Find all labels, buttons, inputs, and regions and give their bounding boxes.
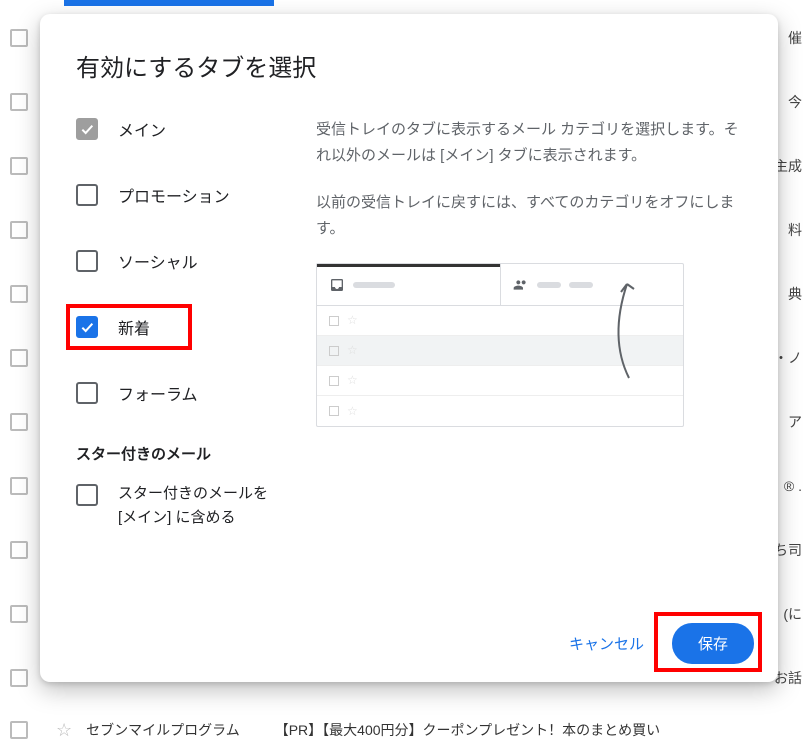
row-checkbox[interactable] bbox=[10, 157, 28, 175]
option-label: ソーシャル bbox=[118, 249, 198, 273]
description-panel: 受信トレイのタブに表示するメール カテゴリを選択します。それ以外のメールは [メ… bbox=[316, 117, 744, 530]
description-text-2: 以前の受信トレイに戻すには、すべてのカテゴリをオフにします。 bbox=[316, 190, 744, 241]
option-main: メイン bbox=[76, 117, 290, 141]
dialog-title: 有効にするタブを選択 bbox=[76, 48, 744, 83]
option-forums[interactable]: フォーラム bbox=[76, 381, 290, 405]
row-checkbox[interactable] bbox=[10, 721, 28, 739]
row-checkbox[interactable] bbox=[10, 29, 28, 47]
row-checkbox[interactable] bbox=[10, 541, 28, 559]
category-options: メイン プロモーション ソーシャル 新着 フォーラム スタ bbox=[76, 117, 290, 530]
illus-tab-primary bbox=[317, 264, 501, 305]
cancel-button[interactable]: キャンセル bbox=[563, 625, 650, 662]
row-snippet: ・ノ bbox=[774, 348, 802, 368]
row-snippet: 催 bbox=[788, 28, 802, 48]
row-snippet: ア bbox=[788, 412, 802, 432]
email-row: ☆ セブンマイルプログラム 【PR】【最大400円分】クーポンプレゼント！本のま… bbox=[0, 710, 804, 750]
illus-row: ☆ bbox=[317, 396, 683, 426]
starred-section-title: スター付きのメール bbox=[76, 443, 290, 464]
option-starred-in-main[interactable]: スター付きのメールを [メイン] に含める bbox=[76, 482, 290, 530]
inbox-icon bbox=[329, 277, 345, 293]
option-label: 新着 bbox=[118, 315, 150, 339]
enable-tabs-dialog: 有効にするタブを選択 メイン プロモーション ソーシャル bbox=[40, 14, 778, 682]
row-checkbox[interactable] bbox=[10, 605, 28, 623]
row-checkbox[interactable] bbox=[10, 477, 28, 495]
option-label: メイン bbox=[118, 117, 166, 141]
row-checkbox[interactable] bbox=[10, 221, 28, 239]
row-snippet: 典 bbox=[788, 284, 802, 304]
people-icon bbox=[513, 277, 529, 293]
option-label: スター付きのメールを [メイン] に含める bbox=[118, 482, 290, 530]
row-snippet: 今 bbox=[788, 92, 802, 112]
checkbox-starred[interactable] bbox=[76, 484, 98, 506]
tab-illustration: ☆ ☆ ☆ ☆ bbox=[316, 263, 684, 427]
save-button[interactable]: 保存 bbox=[672, 623, 754, 664]
checkbox-social[interactable] bbox=[76, 250, 98, 272]
option-social[interactable]: ソーシャル bbox=[76, 249, 290, 273]
row-snippet: 料 bbox=[788, 220, 802, 240]
row-checkbox[interactable] bbox=[10, 349, 28, 367]
option-label: フォーラム bbox=[118, 381, 198, 405]
row-snippet: (に bbox=[783, 604, 802, 624]
option-label: プロモーション bbox=[118, 183, 230, 207]
row-checkbox[interactable] bbox=[10, 413, 28, 431]
row-snippet: ® . bbox=[784, 478, 802, 494]
checkbox-updates[interactable] bbox=[76, 316, 98, 338]
active-tab-indicator bbox=[64, 0, 274, 6]
description-text-1: 受信トレイのタブに表示するメール カテゴリを選択します。それ以外のメールは [メ… bbox=[316, 117, 744, 168]
row-sender-subject: セブンマイルプログラム 【PR】【最大400円分】クーポンプレゼント！本のまとめ… bbox=[86, 720, 660, 740]
option-promotions[interactable]: プロモーション bbox=[76, 183, 290, 207]
dialog-footer: キャンセル 保存 bbox=[563, 623, 754, 664]
row-snippet: お話 bbox=[774, 668, 802, 688]
row-checkbox[interactable] bbox=[10, 285, 28, 303]
illus-tab-other bbox=[501, 264, 684, 305]
arrow-icon bbox=[599, 278, 659, 388]
row-snippet: ち司 bbox=[774, 540, 802, 560]
row-checkbox[interactable] bbox=[10, 669, 28, 687]
row-checkbox[interactable] bbox=[10, 93, 28, 111]
row-snippet: 主成 bbox=[774, 156, 802, 176]
option-updates[interactable]: 新着 bbox=[76, 315, 290, 339]
checkbox-promotions[interactable] bbox=[76, 184, 98, 206]
checkbox-forums[interactable] bbox=[76, 382, 98, 404]
checkbox-main bbox=[76, 118, 98, 140]
star-icon[interactable]: ☆ bbox=[56, 720, 72, 741]
